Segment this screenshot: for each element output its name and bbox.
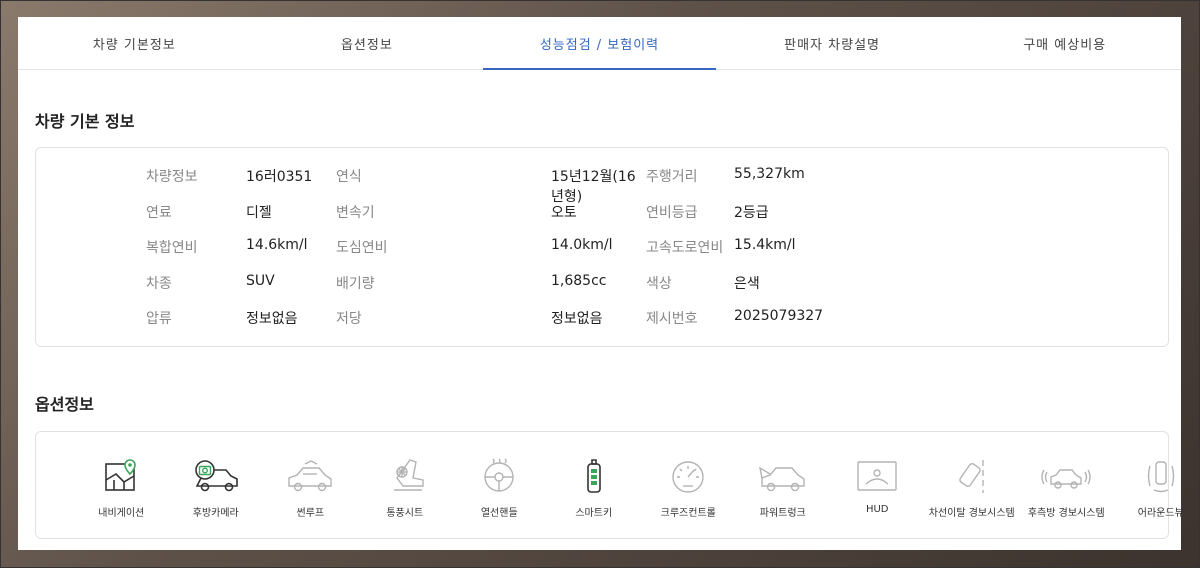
cruise-control-icon bbox=[663, 458, 713, 498]
option-item: 열선핸들 bbox=[452, 458, 547, 519]
option-item: 어라운드뷰 bbox=[1114, 458, 1200, 519]
option-label: 후측방 경보시스템 bbox=[1027, 508, 1105, 519]
navigation-icon bbox=[96, 458, 146, 498]
option-label: 통풍시트 bbox=[386, 508, 424, 519]
spec-value: 14.0km/l bbox=[551, 237, 613, 253]
options-box: 내비게이션 후방카메라 썬루프 통풍시트 열선핸들 스마트키 크루즈컨트롤 파워… bbox=[35, 431, 1184, 539]
spec-value: 14.6km/l bbox=[246, 237, 308, 253]
smart-key-icon bbox=[569, 458, 619, 498]
option-label: 썬루프 bbox=[296, 508, 325, 519]
spec-label: 차량정보 bbox=[146, 169, 198, 185]
option-label: 후방카메라 bbox=[192, 508, 239, 519]
tab-options[interactable]: 옵션정보 bbox=[251, 17, 484, 69]
spec-label: 차종 bbox=[146, 275, 172, 292]
spec-label: 연식 bbox=[336, 169, 362, 185]
spec-label: 저당 bbox=[336, 311, 362, 327]
hud-icon bbox=[852, 458, 902, 498]
ventilated-seat-icon bbox=[380, 458, 430, 498]
option-label: 내비게이션 bbox=[98, 508, 145, 519]
rear-camera-icon bbox=[191, 458, 241, 498]
option-label: 스마트키 bbox=[575, 508, 613, 519]
option-label: 크루즈컨트롤 bbox=[660, 508, 716, 519]
option-item: 내비게이션 bbox=[74, 458, 169, 519]
option-item: 크루즈컨트롤 bbox=[641, 458, 736, 519]
options-list: 내비게이션 후방카메라 썬루프 통풍시트 열선핸들 스마트키 크루즈컨트롤 파워… bbox=[74, 458, 1200, 519]
spec-value: 디젤 bbox=[246, 204, 272, 221]
option-label: HUD bbox=[865, 504, 889, 515]
sunroof-icon bbox=[285, 458, 335, 498]
spec-label: 연료 bbox=[146, 204, 172, 221]
spec-label: 배기량 bbox=[336, 275, 375, 292]
blind-spot-icon bbox=[1041, 458, 1091, 498]
option-label: 열선핸들 bbox=[480, 508, 518, 519]
spec-label: 고속도로연비 bbox=[646, 240, 724, 256]
spec-value: SUV bbox=[246, 272, 275, 289]
spec-value: 정보없음 bbox=[246, 311, 298, 327]
option-item: 스마트키 bbox=[547, 458, 642, 519]
spec-value: 오토 bbox=[551, 204, 577, 221]
vehicle-detail-panel: 차량 기본정보 옵션정보 성능점검 / 보험이력 판매자 차량설명 구매 예상비… bbox=[18, 17, 1184, 550]
option-label: 차선이탈 경보시스템 bbox=[928, 508, 1015, 519]
lane-departure-icon bbox=[947, 458, 997, 498]
option-item: 통풍시트 bbox=[358, 458, 453, 519]
spec-value: 1,685cc bbox=[551, 272, 607, 289]
spec-value: 16러0351 bbox=[246, 169, 313, 185]
tab-expected-cost[interactable]: 구매 예상비용 bbox=[948, 17, 1181, 69]
around-view-icon bbox=[1136, 458, 1186, 498]
spec-label: 변속기 bbox=[336, 204, 375, 221]
spec-label: 연비등급 bbox=[646, 204, 698, 221]
option-item: 후측방 경보시스템 bbox=[1019, 458, 1114, 519]
option-item: 차선이탈 경보시스템 bbox=[925, 458, 1020, 519]
spec-value: 15.4km/l bbox=[734, 237, 796, 253]
spec-value: 2등급 bbox=[734, 204, 769, 221]
spec-label: 색상 bbox=[646, 275, 672, 292]
tab-basic-info[interactable]: 차량 기본정보 bbox=[18, 17, 251, 69]
spec-value: 15년12월(16년형) bbox=[551, 169, 636, 205]
option-item: 파워트렁크 bbox=[736, 458, 831, 519]
spec-label: 복합연비 bbox=[146, 240, 198, 256]
spec-value: 정보없음 bbox=[551, 311, 603, 327]
option-label: 파워트렁크 bbox=[759, 508, 806, 519]
heated-steering-icon bbox=[474, 458, 524, 498]
option-label: 어라운드뷰 bbox=[1137, 508, 1184, 519]
power-trunk-icon bbox=[758, 458, 808, 498]
spec-label: 도심연비 bbox=[336, 240, 388, 256]
tab-seller-description[interactable]: 판매자 차량설명 bbox=[716, 17, 949, 69]
spec-label: 주행거리 bbox=[646, 169, 698, 185]
spec-value: 55,327km bbox=[734, 166, 805, 182]
spec-label: 제시번호 bbox=[646, 311, 698, 327]
spec-grid: 차량정보 16러0351 연식 15년12월(16년형) 주행거리 55,327… bbox=[36, 166, 1168, 344]
spec-box: 차량정보 16러0351 연식 15년12월(16년형) 주행거리 55,327… bbox=[35, 147, 1169, 347]
spec-value: 은색 bbox=[734, 275, 760, 292]
spec-section-title: 차량 기본 정보 bbox=[35, 112, 135, 131]
tab-bar: 차량 기본정보 옵션정보 성능점검 / 보험이력 판매자 차량설명 구매 예상비… bbox=[18, 17, 1181, 70]
spec-value: 2025079327 bbox=[734, 308, 824, 324]
option-item: 썬루프 bbox=[263, 458, 358, 519]
spec-label: 압류 bbox=[146, 311, 172, 327]
tab-inspection-insurance[interactable]: 성능점검 / 보험이력 bbox=[483, 17, 716, 70]
option-item: 후방카메라 bbox=[169, 458, 264, 519]
option-item: HUD bbox=[830, 458, 925, 519]
options-section-title: 옵션정보 bbox=[35, 395, 94, 414]
